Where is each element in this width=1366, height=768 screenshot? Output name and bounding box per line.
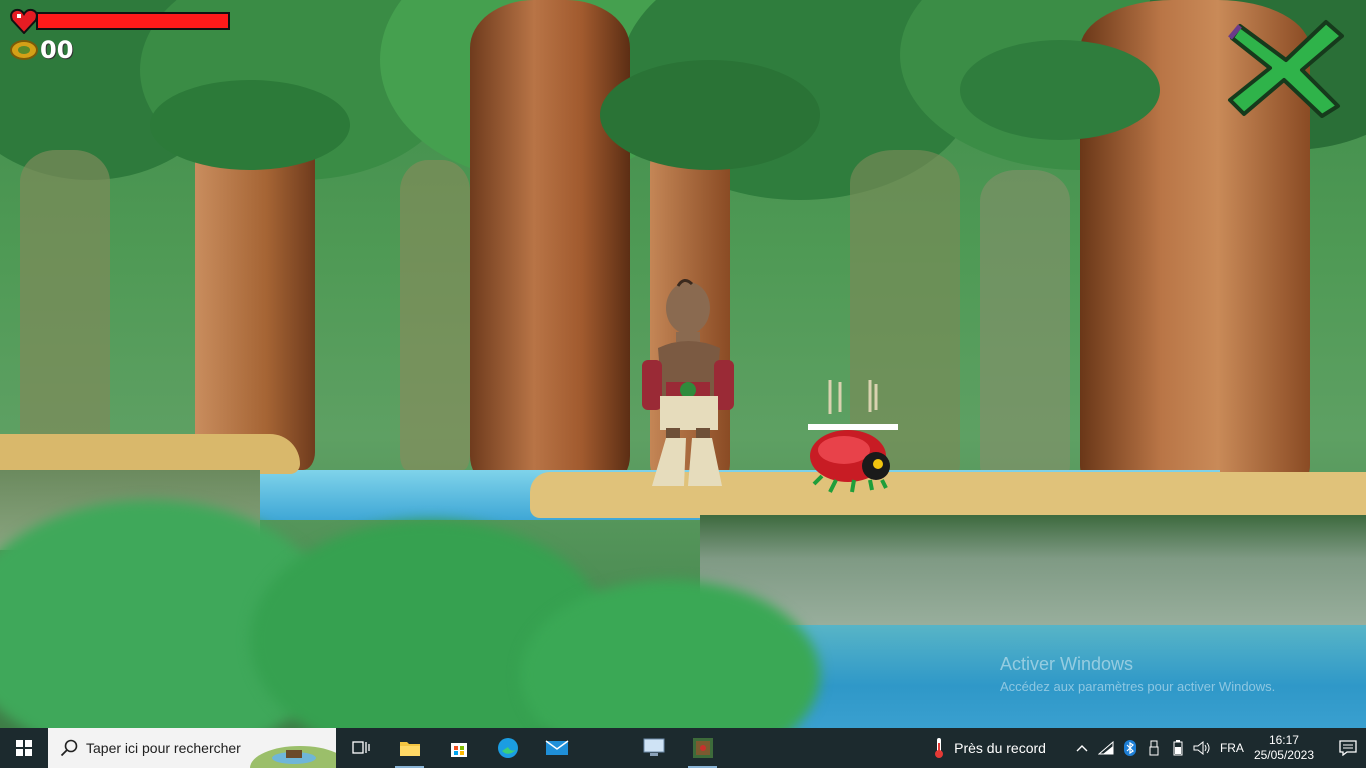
mail-icon xyxy=(545,740,568,755)
mail-button[interactable] xyxy=(532,728,581,768)
network-pc-icon xyxy=(643,738,664,756)
wifi-icon xyxy=(1097,741,1114,755)
battery-button[interactable] xyxy=(1167,728,1189,768)
heart-icon xyxy=(10,8,38,34)
show-hidden-icons[interactable] xyxy=(1071,728,1093,768)
wifi-button[interactable] xyxy=(1095,728,1117,768)
foliage xyxy=(960,40,1160,140)
clock-time: 16:17 xyxy=(1268,733,1299,747)
health-bar-fill xyxy=(38,14,228,28)
notifications-button[interactable] xyxy=(1330,728,1366,768)
watermark-title: Activer Windows xyxy=(1000,654,1134,674)
microsoft-store-button[interactable] xyxy=(434,728,483,768)
thermometer-icon xyxy=(935,738,944,758)
tree-trunk xyxy=(470,0,630,480)
tree-trunk xyxy=(20,150,110,470)
coin-count: 00 xyxy=(40,36,74,64)
player-character xyxy=(642,279,734,486)
health-hud xyxy=(10,8,230,34)
chevron-up-icon xyxy=(1076,745,1088,752)
volume-button[interactable] xyxy=(1191,728,1213,768)
weather-widget[interactable]: Près du record xyxy=(932,737,1046,759)
coin-hud: 00 xyxy=(10,36,73,64)
taskbar-search[interactable]: Taper ici pour rechercher xyxy=(48,728,336,768)
weather-text: Près du record xyxy=(954,740,1046,756)
game-scene[interactable]: 00 Activer Windows Accédez aux paramètre… xyxy=(0,0,1366,728)
tree-trunk xyxy=(400,160,470,470)
game-app-icon xyxy=(692,738,713,758)
search-highlight-art xyxy=(250,746,336,768)
task-view-icon xyxy=(351,741,370,754)
watermark-subtitle: Accédez aux paramètres pour activer Wind… xyxy=(1000,679,1276,694)
bluetooth-button[interactable] xyxy=(1119,728,1141,768)
close-game-icon[interactable] xyxy=(1226,18,1346,118)
usb-button[interactable] xyxy=(1143,728,1165,768)
language-indicator[interactable]: FRA xyxy=(1220,741,1244,755)
file-explorer-button[interactable] xyxy=(385,728,434,768)
game-app-button[interactable] xyxy=(678,728,727,768)
tree-trunk xyxy=(980,170,1070,480)
foliage xyxy=(600,60,820,170)
edge-icon xyxy=(497,738,518,758)
edge-button[interactable] xyxy=(483,728,532,768)
speaker-icon xyxy=(1193,741,1210,755)
coin-icon xyxy=(10,40,38,60)
cliff-face xyxy=(700,515,1366,625)
foliage xyxy=(150,80,350,170)
ground-ledge-left xyxy=(0,434,300,474)
taskbar: Taper ici pour rechercher Près du record… xyxy=(0,728,1366,768)
beetle-enemy xyxy=(808,380,898,493)
search-placeholder: Taper ici pour rechercher xyxy=(86,740,241,756)
file-explorer-icon xyxy=(399,742,420,756)
activation-watermark: Activer Windows Accédez aux paramètres p… xyxy=(1000,654,1275,694)
clock-date: 25/05/2023 xyxy=(1253,748,1314,762)
network-pc-button[interactable] xyxy=(629,728,678,768)
bluetooth-icon xyxy=(1123,740,1136,756)
system-tray: Près du record FRA 16:17 25/05/2023 xyxy=(932,728,1366,768)
task-view-button[interactable] xyxy=(336,728,385,768)
start-button[interactable] xyxy=(0,728,48,768)
usb-icon xyxy=(1149,740,1159,756)
microsoft-store-icon xyxy=(450,743,467,757)
windows-logo-icon xyxy=(16,740,32,756)
health-bar xyxy=(36,12,230,30)
notification-icon xyxy=(1339,740,1357,756)
battery-icon xyxy=(1173,740,1183,756)
clock[interactable]: 16:17 25/05/2023 xyxy=(1254,733,1314,763)
search-icon xyxy=(60,739,78,757)
